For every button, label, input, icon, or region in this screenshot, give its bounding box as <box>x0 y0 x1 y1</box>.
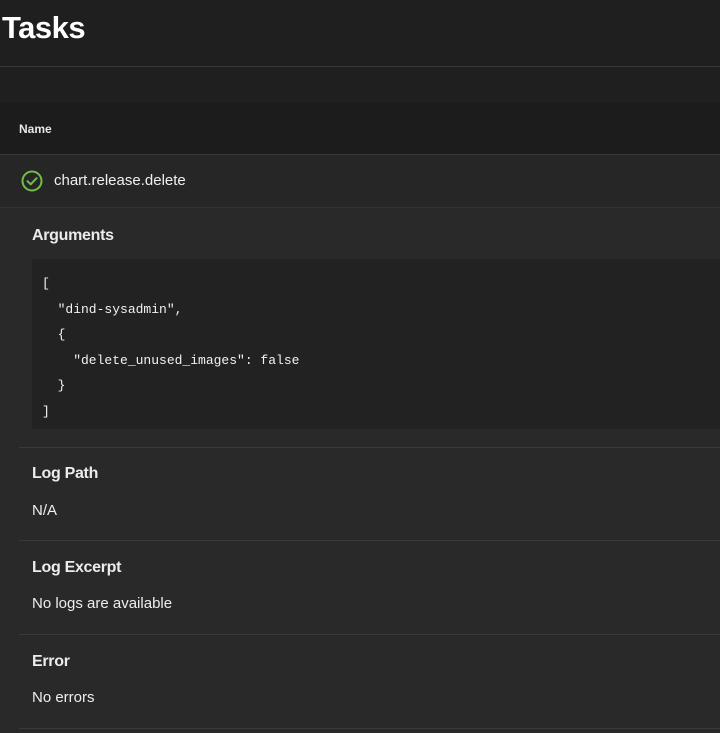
page-title: Tasks <box>2 10 86 45</box>
arguments-code-block: [ "dind-sysadmin", { "delete_unused_imag… <box>32 259 720 429</box>
section-divider <box>19 728 720 729</box>
table-row[interactable]: chart.release.delete <box>0 155 720 208</box>
error-value: No errors <box>32 689 95 706</box>
column-header-name[interactable]: Name <box>19 122 52 136</box>
table-header: Name <box>0 103 720 155</box>
check-circle-icon <box>21 170 43 192</box>
log-path-title: Log Path <box>32 465 99 482</box>
arguments-code: [ "dind-sysadmin", { "delete_unused_imag… <box>42 276 300 419</box>
log-excerpt-title: Log Excerpt <box>32 559 122 576</box>
error-title: Error <box>32 653 70 670</box>
toolbar-gap <box>0 67 720 103</box>
task-name: chart.release.delete <box>54 172 186 189</box>
section-divider <box>19 540 720 541</box>
arguments-title: Arguments <box>32 227 114 244</box>
section-divider <box>19 447 720 448</box>
page-header: Tasks <box>0 0 720 67</box>
log-excerpt-value: No logs are available <box>32 595 173 612</box>
task-details: Arguments [ "dind-sysadmin", { "delete_u… <box>0 208 720 733</box>
log-path-value: N/A <box>32 502 58 519</box>
section-divider <box>19 634 720 635</box>
